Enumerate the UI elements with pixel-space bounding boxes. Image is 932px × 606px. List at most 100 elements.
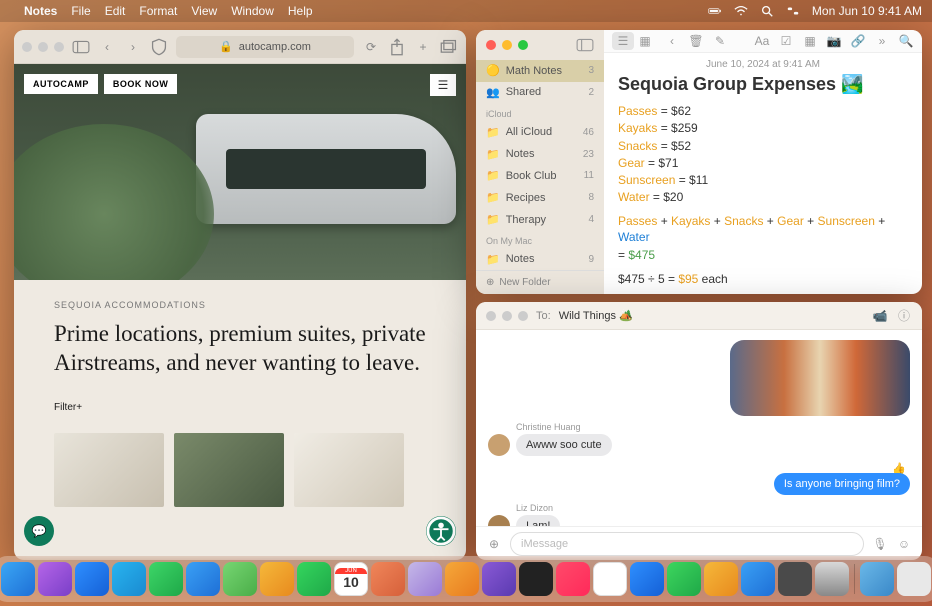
dock-pages[interactable] — [704, 562, 738, 596]
thumbnail[interactable] — [54, 433, 164, 507]
sidebar-item-notes[interactable]: 📁Notes23 — [476, 143, 604, 165]
media-icon[interactable]: 📷 — [826, 33, 842, 49]
dock-downloads[interactable] — [860, 562, 894, 596]
facetime-icon[interactable]: 📹 — [872, 308, 888, 324]
format-icon[interactable]: Aa — [754, 33, 770, 49]
view-switcher[interactable]: ☰▦ — [612, 32, 656, 50]
trash-icon[interactable]: 🗑 — [688, 33, 704, 49]
message-input[interactable]: iMessage — [510, 532, 864, 556]
book-now-button[interactable]: BOOK NOW — [104, 74, 178, 94]
sidebar-item-recipes[interactable]: 📁Recipes8 — [476, 187, 604, 209]
dock-iphone-mirroring[interactable] — [815, 562, 849, 596]
search-icon[interactable]: 🔍 — [898, 33, 914, 49]
sidebar-item-math-notes[interactable]: 🟡Math Notes3 — [476, 60, 604, 82]
table-icon[interactable]: ▦ — [802, 33, 818, 49]
share-icon[interactable] — [388, 38, 406, 56]
dock-settings[interactable] — [778, 562, 812, 596]
menu-edit[interactable]: Edit — [105, 4, 126, 18]
forward-icon[interactable]: › — [124, 38, 142, 56]
sidebar-item-local-notes[interactable]: 📁Notes9 — [476, 248, 604, 270]
safari-toolbar: ‹ › 🔒 autocamp.com ⟳ + — [14, 30, 466, 64]
note-content[interactable]: June 10, 2024 at 9:41 AM Sequoia Group E… — [604, 53, 922, 294]
thumbnail[interactable] — [294, 433, 404, 507]
sidebar-item-book-club[interactable]: 📁Book Club11 — [476, 165, 604, 187]
note-title: Sequoia Group Expenses 🏞️ — [618, 74, 908, 95]
tabs-icon[interactable] — [440, 38, 458, 56]
menu-help[interactable]: Help — [288, 4, 313, 18]
dock-reminders[interactable] — [408, 562, 442, 596]
compose-icon[interactable]: ✎ — [712, 33, 728, 49]
conversation-name[interactable]: Wild Things 🏕️ — [559, 309, 633, 322]
sidebar-item-shared[interactable]: 👥Shared2 — [476, 82, 604, 104]
link-icon[interactable]: 🔗 — [850, 33, 866, 49]
sidebar-item-therapy[interactable]: 📁Therapy4 — [476, 209, 604, 231]
dock-weather[interactable] — [112, 562, 146, 596]
dock-appstore[interactable] — [741, 562, 775, 596]
dock-trash[interactable] — [897, 562, 931, 596]
hamburger-icon[interactable]: ☰ — [430, 74, 456, 96]
back-icon[interactable]: ‹ — [98, 38, 116, 56]
checklist-icon[interactable]: ☑ — [778, 33, 794, 49]
dock-separator — [854, 564, 855, 594]
menu-view[interactable]: View — [191, 4, 217, 18]
menu-file[interactable]: File — [71, 4, 90, 18]
dock-launchpad[interactable] — [38, 562, 72, 596]
new-folder-button[interactable]: ⊕New Folder — [476, 270, 604, 294]
menu-format[interactable]: Format — [139, 4, 177, 18]
apps-icon[interactable]: ⊕ — [486, 536, 502, 552]
dock-safari[interactable] — [75, 562, 109, 596]
dock-contacts[interactable] — [371, 562, 405, 596]
messages-thread[interactable]: Christine Huang Awww soo cute 👍 Is anyon… — [476, 330, 922, 526]
address-bar[interactable]: 🔒 autocamp.com — [176, 36, 354, 58]
back-icon[interactable]: ‹ — [664, 33, 680, 49]
reload-icon[interactable]: ⟳ — [362, 38, 380, 56]
spotlight-icon[interactable] — [760, 4, 774, 18]
sidebar-toggle-icon[interactable] — [72, 38, 90, 56]
clock[interactable]: Mon Jun 10 9:41 AM — [812, 4, 922, 18]
dock-music[interactable] — [556, 562, 590, 596]
lock-icon: 🔒 — [219, 40, 233, 53]
sidebar-item-all-icloud[interactable]: 📁All iCloud46 — [476, 121, 604, 143]
new-tab-icon[interactable]: + — [414, 38, 432, 56]
image-attachment[interactable] — [730, 340, 910, 416]
battery-icon[interactable] — [708, 4, 722, 18]
message-bubble-outgoing: Is anyone bringing film? — [774, 473, 910, 495]
dock-numbers[interactable] — [667, 562, 701, 596]
logo-button[interactable]: AUTOCAMP — [24, 74, 98, 94]
dock-facetime[interactable] — [297, 562, 331, 596]
info-icon[interactable]: ⓘ — [896, 308, 912, 324]
more-icon[interactable]: » — [874, 33, 890, 49]
emoji-icon[interactable]: ☺ — [896, 536, 912, 552]
dictate-icon[interactable]: 🎙 — [872, 536, 888, 552]
dock-notes[interactable] — [445, 562, 479, 596]
dock-photos[interactable] — [260, 562, 294, 596]
notes-sidebar: 🟡Math Notes3 👥Shared2 iCloud 📁All iCloud… — [476, 30, 604, 294]
filter-link[interactable]: Filter+ — [54, 402, 426, 413]
safari-window: ‹ › 🔒 autocamp.com ⟳ + AUTOCAMP BOOK NOW… — [14, 30, 466, 560]
chat-fab[interactable]: 💬 — [24, 516, 54, 546]
wifi-icon[interactable] — [734, 4, 748, 18]
accessibility-fab[interactable] — [426, 516, 456, 546]
shield-icon[interactable] — [150, 38, 168, 56]
dock-finder[interactable] — [1, 562, 35, 596]
avatar[interactable] — [488, 434, 510, 456]
control-center-icon[interactable] — [786, 4, 800, 18]
dock-podcasts[interactable] — [630, 562, 664, 596]
sender-label: Christine Huang — [516, 422, 910, 432]
thumbnail[interactable] — [174, 433, 284, 507]
menu-window[interactable]: Window — [231, 4, 274, 18]
dock-maps[interactable] — [223, 562, 257, 596]
dock-mail[interactable] — [186, 562, 220, 596]
dock-news[interactable] — [593, 562, 627, 596]
avatar[interactable] — [488, 515, 510, 526]
sidebar-toggle-icon[interactable] — [576, 36, 594, 54]
dock-calendar[interactable]: JUN10 — [334, 562, 368, 596]
traffic-lights[interactable] — [22, 42, 64, 52]
dock-freeform[interactable] — [482, 562, 516, 596]
app-menu[interactable]: Notes — [24, 4, 57, 18]
traffic-lights[interactable] — [486, 311, 528, 321]
dock-tv[interactable] — [519, 562, 553, 596]
traffic-lights[interactable] — [486, 40, 528, 50]
dock-messages[interactable] — [149, 562, 183, 596]
thumbnail-row — [14, 433, 466, 507]
